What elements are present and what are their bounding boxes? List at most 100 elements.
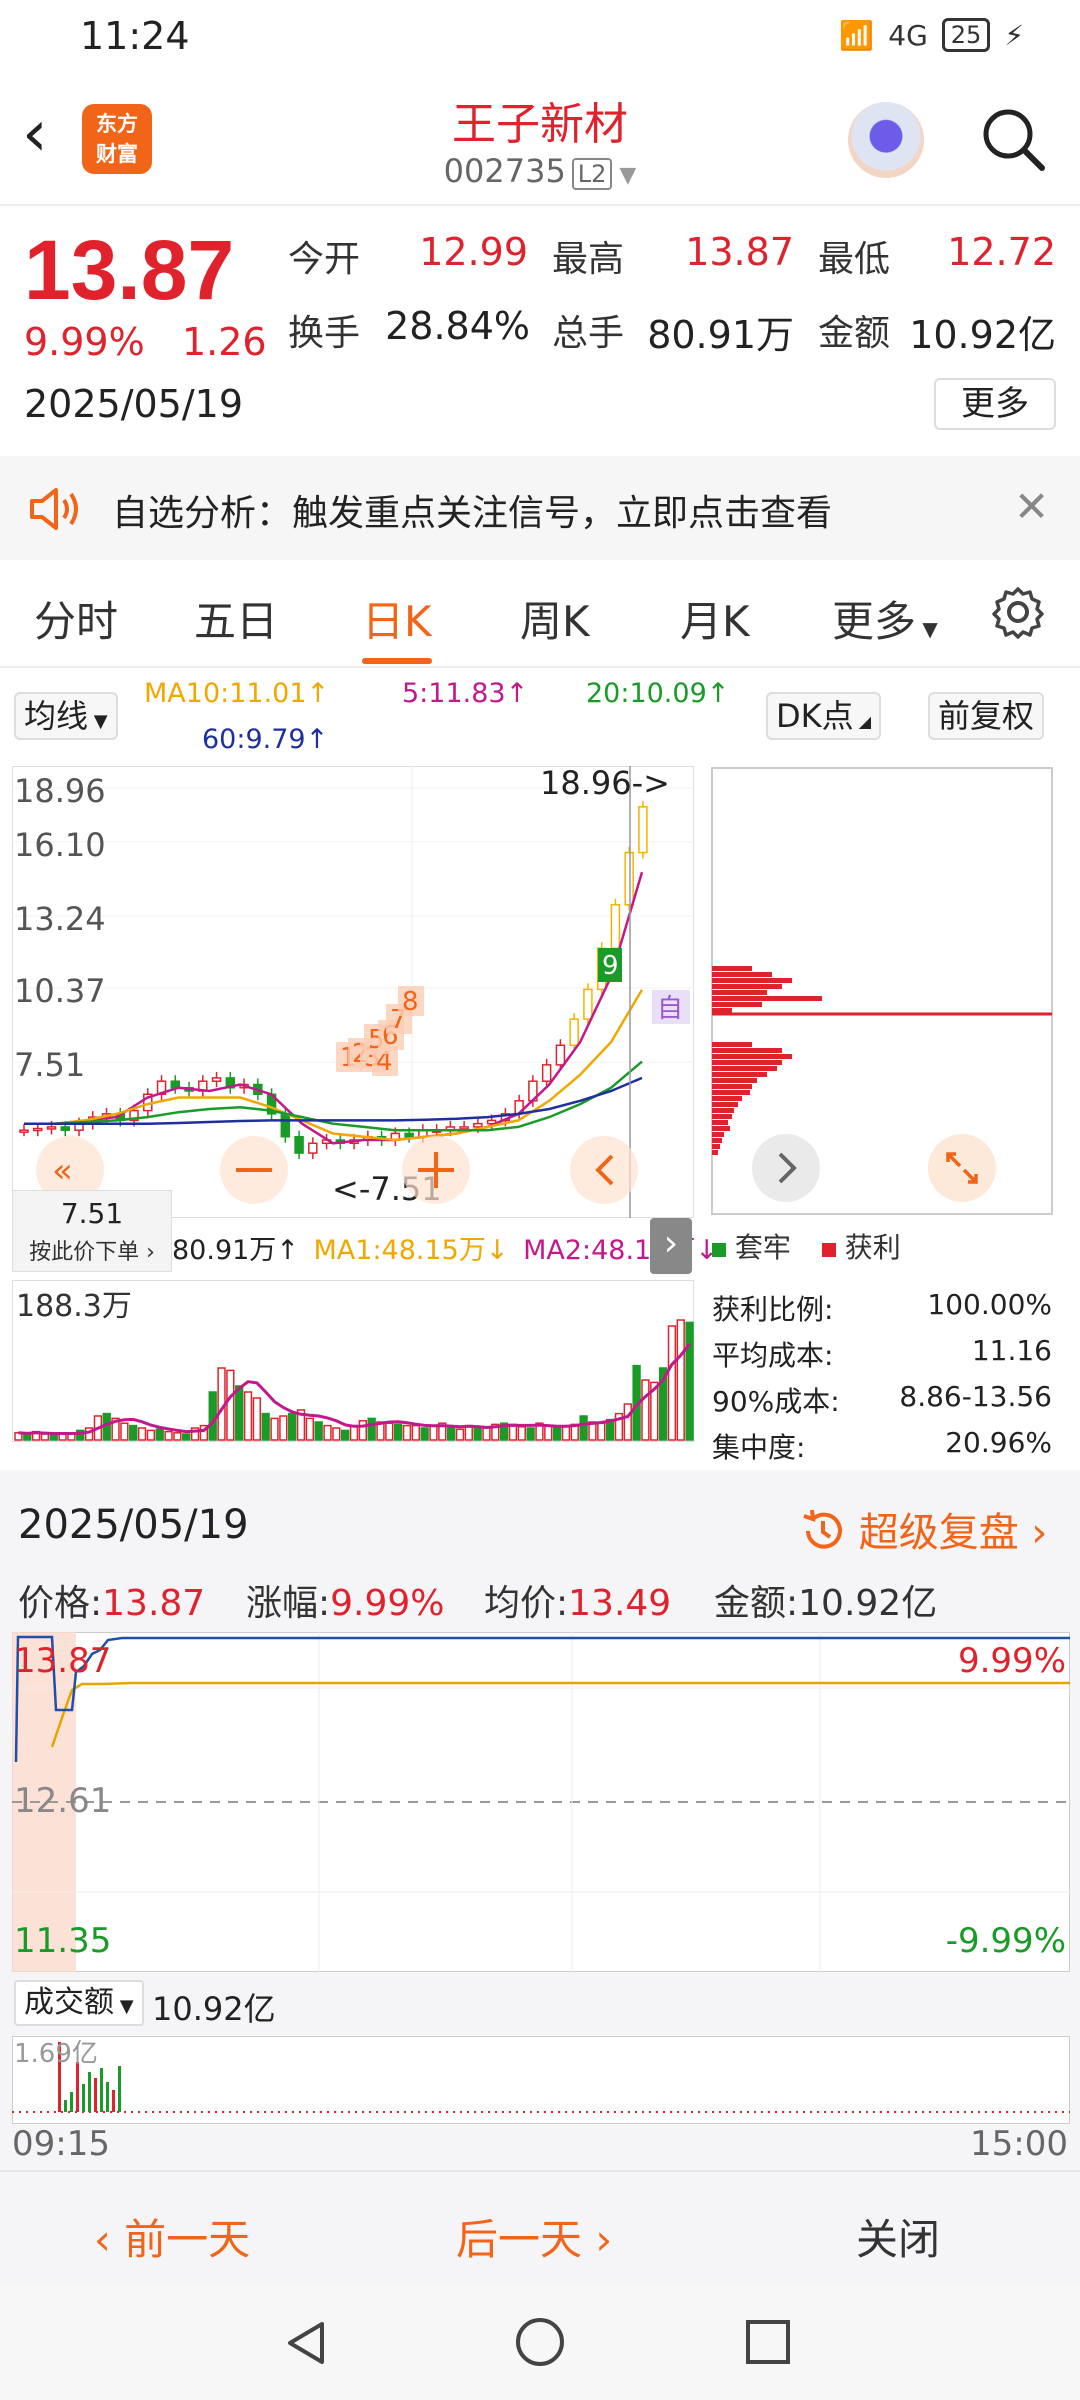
tooltip-order-link[interactable]: 按此价下单 › bbox=[13, 1234, 171, 1266]
detail-amount-value: 10.92亿 bbox=[798, 1583, 938, 1624]
amount-bar bbox=[88, 2072, 91, 2112]
tab-intraday[interactable]: 分时 bbox=[34, 588, 118, 649]
candle-body bbox=[624, 851, 634, 906]
chip-bar bbox=[712, 1108, 734, 1113]
chip-bar bbox=[712, 1126, 730, 1131]
volume-bar bbox=[641, 1379, 650, 1441]
price-tooltip[interactable]: 7.51 按此价下单 › bbox=[12, 1190, 172, 1272]
next-day-label: 后一天 bbox=[456, 2215, 583, 2264]
indicator-row: 均线 ▼ MA10:11.01↑ 5:11.83↑ 20:10.09↑ 60:9… bbox=[0, 668, 1080, 764]
amount-total: 10.92亿 bbox=[152, 1990, 276, 2028]
volume-bar bbox=[455, 1428, 465, 1441]
detail-avg-label: 均价: bbox=[484, 1583, 569, 1624]
wifi-icon: 📶 bbox=[839, 18, 875, 52]
volume-bar bbox=[120, 1422, 129, 1441]
volume-bar bbox=[182, 1433, 191, 1441]
chip-distribution-chart[interactable] bbox=[710, 766, 1054, 1216]
home-circle-icon[interactable] bbox=[514, 2316, 566, 2368]
signal-number: 9 bbox=[602, 951, 619, 981]
super-replay-link[interactable]: 超级复盘 › bbox=[800, 1500, 1047, 1558]
kline-chart[interactable]: 18.9616.1013.2410.377.51 123456789 18.96… bbox=[12, 766, 694, 1218]
stat-value: 100.00% bbox=[927, 1288, 1052, 1321]
close-icon[interactable]: ✕ bbox=[1014, 482, 1049, 531]
prev-day-button[interactable]: ‹ 前一天 bbox=[94, 2206, 250, 2267]
y-tick-label: 16.10 bbox=[14, 826, 106, 864]
ma-select[interactable]: 均线 ▼ bbox=[14, 692, 118, 740]
tab-monthly-k[interactable]: 月K bbox=[680, 588, 750, 649]
recents-square-icon[interactable] bbox=[744, 2318, 792, 2366]
low-value: 12.72 bbox=[947, 230, 1056, 274]
chip-bar bbox=[712, 1078, 757, 1083]
adjust-select[interactable]: 前复权 bbox=[928, 692, 1045, 740]
high-value: 13.87 bbox=[685, 230, 794, 274]
chip-bar bbox=[712, 978, 792, 983]
chevron-right-icon[interactable]: › bbox=[650, 1218, 692, 1274]
open-value: 12.99 bbox=[419, 230, 528, 274]
ma10-value: MA10:11.01↑ bbox=[144, 678, 330, 709]
back-triangle-icon[interactable] bbox=[282, 2318, 332, 2368]
chip-bar bbox=[712, 1054, 792, 1059]
scroll-right-button[interactable] bbox=[752, 1134, 820, 1202]
volume-bar bbox=[367, 1417, 376, 1441]
intraday-chart[interactable]: 13.87 12.61 11.35 9.99% -9.99% bbox=[12, 1632, 1070, 1972]
notice-bar[interactable]: 自选分析：触发重点关注信号，立即点击查看 ✕ bbox=[0, 456, 1080, 560]
quote-block: 13.87 9.99% 1.26 2025/05/19 今开 12.99 最高 … bbox=[0, 208, 1080, 454]
volume-bar bbox=[579, 1415, 588, 1441]
amount-bar bbox=[64, 2100, 67, 2112]
status-bar: 11:24 📶 4G 25 ⚡ bbox=[0, 0, 1080, 72]
time-start: 09:15 bbox=[12, 2124, 110, 2164]
volume-bar bbox=[155, 1428, 164, 1441]
detail-avg-value: 13.49 bbox=[568, 1583, 672, 1624]
tab-five-day[interactable]: 五日 bbox=[194, 588, 278, 649]
chip-bar bbox=[712, 966, 752, 971]
search-icon[interactable] bbox=[980, 106, 1046, 172]
turnover-value: 28.84% bbox=[385, 304, 530, 348]
detail-avg: 均价:13.49 bbox=[484, 1574, 671, 1626]
caret-down-icon: ▼ bbox=[88, 711, 108, 732]
caret-down-icon: ▼ bbox=[612, 163, 637, 188]
chip-bar bbox=[712, 972, 772, 977]
tab-daily-k[interactable]: 日K bbox=[362, 588, 432, 649]
close-button[interactable]: 关闭 bbox=[856, 2206, 940, 2267]
volume-bar bbox=[393, 1423, 403, 1441]
dk-select[interactable]: DK点 ◢ bbox=[766, 692, 882, 740]
zoom-out-button[interactable] bbox=[220, 1136, 288, 1204]
detail-price-label: 价格: bbox=[18, 1583, 103, 1624]
detail-price: 价格:13.87 bbox=[18, 1574, 205, 1626]
candle-body bbox=[211, 1077, 222, 1082]
battery-icon: 25 bbox=[941, 18, 991, 52]
volume-bar bbox=[288, 1412, 297, 1441]
tab-weekly-k[interactable]: 周K bbox=[520, 588, 590, 649]
stat-value: 20.96% bbox=[945, 1426, 1052, 1459]
candle-body bbox=[638, 806, 648, 854]
volume-bar bbox=[40, 1433, 50, 1441]
self-tag: 自 bbox=[657, 994, 683, 1024]
level-badge: L2 bbox=[571, 158, 613, 190]
chip-bar bbox=[712, 996, 822, 1001]
robot-assistant-icon[interactable] bbox=[848, 102, 924, 178]
fullscreen-button[interactable] bbox=[928, 1134, 996, 1202]
trap-label: 套牢 bbox=[734, 1231, 791, 1264]
volume-bar bbox=[323, 1424, 332, 1441]
candle-body bbox=[610, 904, 621, 950]
amount-bar bbox=[118, 2066, 121, 2112]
ma-select-label: 均线 bbox=[24, 697, 89, 735]
volume-bar bbox=[517, 1426, 526, 1441]
volume-bar bbox=[314, 1421, 323, 1441]
scroll-left-button[interactable] bbox=[570, 1136, 638, 1204]
volume-bar bbox=[446, 1427, 456, 1441]
volume-bar bbox=[385, 1422, 394, 1441]
stat-avg-cost: 平均成本: 11.16 bbox=[712, 1334, 1052, 1374]
more-quote-button[interactable]: 更多 bbox=[934, 378, 1056, 430]
next-day-button[interactable]: 后一天 › bbox=[456, 2206, 612, 2267]
amount-select[interactable]: 成交额 ▼ bbox=[14, 1980, 144, 2026]
zoom-in-button[interactable] bbox=[402, 1136, 470, 1204]
volume-bar bbox=[667, 1325, 677, 1441]
tab-more[interactable]: 更多 ▼ bbox=[832, 588, 938, 649]
stock-code-text: 002735 bbox=[443, 152, 566, 190]
volume-bar bbox=[243, 1391, 253, 1441]
y-tick-label: 10.37 bbox=[14, 972, 106, 1010]
y-bottom-label: 11.35 bbox=[14, 1921, 111, 1961]
volume-bar bbox=[235, 1385, 244, 1441]
gear-icon[interactable] bbox=[990, 584, 1046, 640]
